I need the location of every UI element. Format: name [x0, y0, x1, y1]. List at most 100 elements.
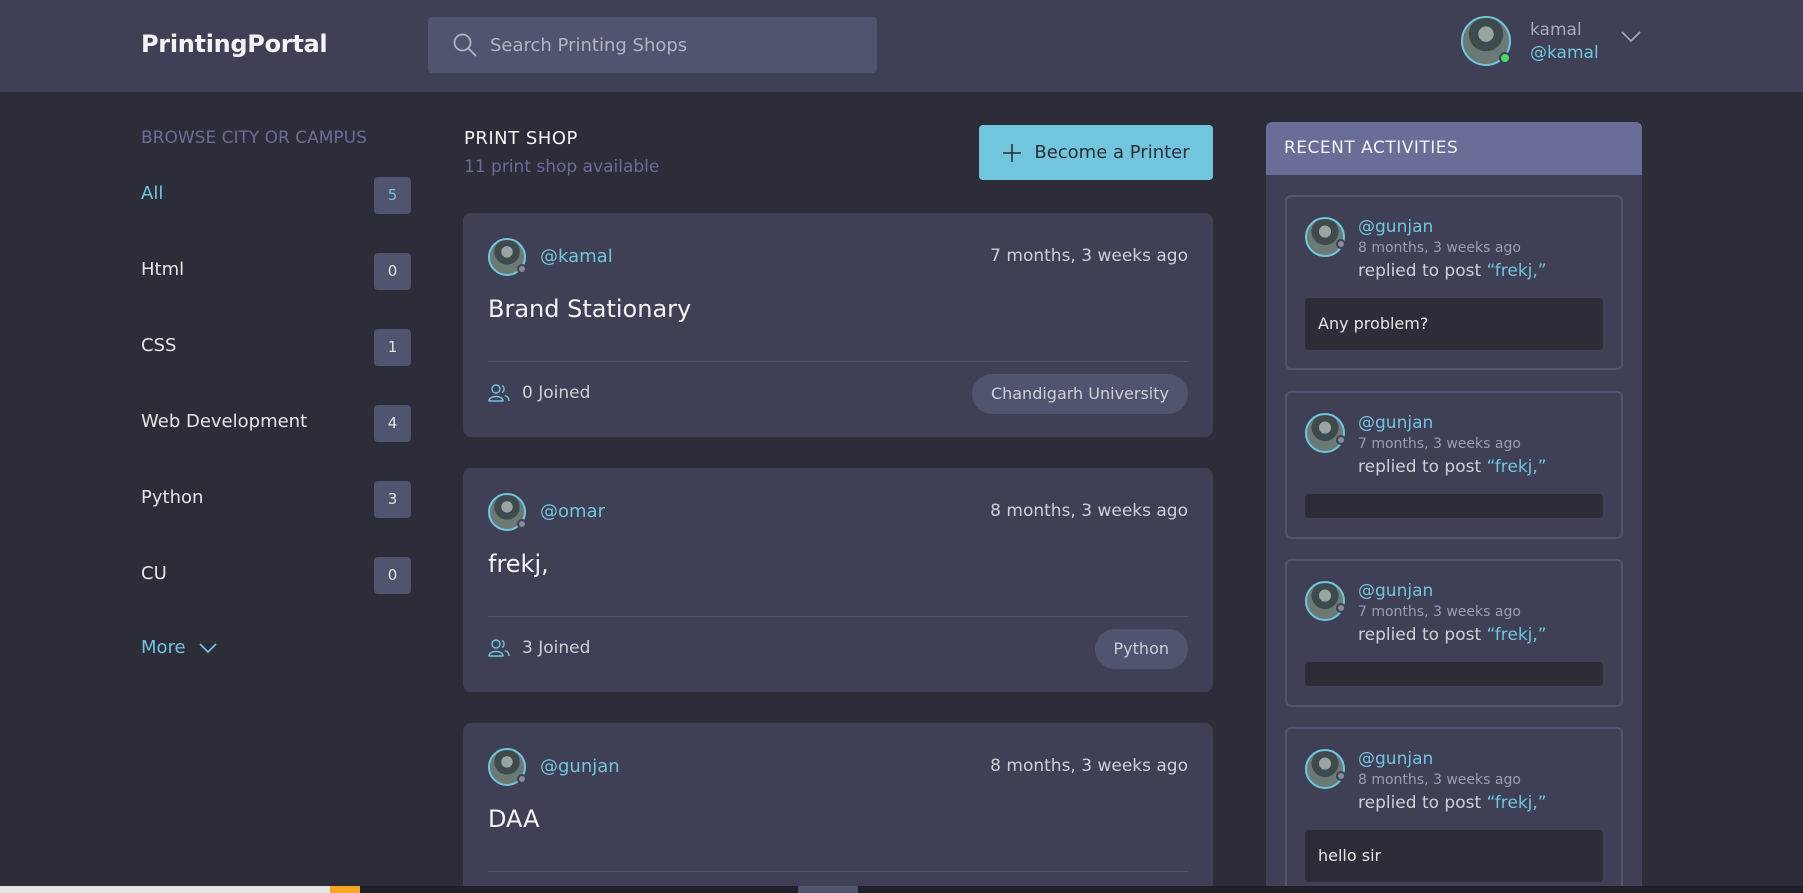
activity-message: Any problem? [1305, 298, 1603, 350]
online-status-dot [1499, 52, 1511, 64]
topic-count: 0 [374, 557, 411, 594]
card-handle[interactable]: @kamal [540, 246, 613, 267]
divider [488, 616, 1188, 617]
topic-count: 3 [374, 481, 411, 518]
activity-message [1305, 662, 1603, 686]
recent-activities-panel: RECENT ACTIVITIES @gunjan 8 months, 3 we… [1266, 122, 1642, 893]
activity-handle[interactable]: @gunjan [1358, 749, 1433, 769]
topic-name: Python [141, 487, 204, 508]
avatar[interactable] [488, 493, 527, 531]
activity-handle[interactable]: @gunjan [1358, 581, 1433, 601]
topic-item-python[interactable]: Python 3 [141, 481, 411, 521]
card-title[interactable]: frekj, [488, 550, 549, 578]
topic-name: CU [141, 563, 167, 584]
activity-handle[interactable]: @gunjan [1358, 217, 1433, 237]
recent-activities-title: RECENT ACTIVITIES [1266, 122, 1642, 175]
user-handle[interactable]: @kamal [1530, 43, 1599, 63]
post-link[interactable]: “frekj,” [1487, 625, 1547, 645]
user-avatar[interactable] [1461, 16, 1511, 66]
avatar[interactable] [1305, 749, 1346, 789]
status-dot [1336, 771, 1346, 781]
topic-count: 4 [374, 405, 411, 442]
more-topics-button[interactable]: More [141, 637, 218, 658]
search-icon [453, 33, 477, 57]
print-shop-card[interactable]: @kamal 7 months, 3 weeks ago Brand Stati… [463, 213, 1213, 437]
search-bar[interactable] [428, 17, 877, 73]
avatar[interactable] [1305, 413, 1346, 453]
topic-count: 0 [374, 253, 411, 290]
card-handle[interactable]: @gunjan [540, 756, 620, 777]
card-title[interactable]: Brand Stationary [488, 295, 691, 323]
activity-time: 8 months, 3 weeks ago [1358, 772, 1521, 788]
bottom-taskbar-strip [0, 886, 1803, 893]
topic-item-css[interactable]: CSS 1 [141, 329, 411, 369]
post-link[interactable]: “frekj,” [1487, 261, 1547, 281]
status-dot [1336, 435, 1346, 445]
topic-tag[interactable]: Chandigarh University [971, 374, 1188, 414]
topic-item-all[interactable]: All 5 [141, 177, 411, 217]
page-subtitle: 11 print shop available [464, 157, 660, 177]
topic-name: CSS [141, 335, 177, 356]
plus-icon [1003, 143, 1022, 162]
topic-name: All [141, 183, 164, 204]
divider [488, 871, 1188, 872]
activity-time: 7 months, 3 weeks ago [1358, 436, 1521, 452]
status-dot [517, 264, 527, 274]
search-input[interactable] [490, 34, 850, 56]
topic-item-cu[interactable]: CU 0 [141, 557, 411, 597]
status-dot [517, 774, 527, 784]
topic-tag[interactable]: Python [1094, 629, 1188, 669]
card-time: 8 months, 3 weeks ago [990, 501, 1188, 521]
divider [488, 361, 1188, 362]
topic-name: Html [141, 259, 185, 280]
activity-description: replied to post “frekj,” [1358, 457, 1547, 477]
topic-item-web-development[interactable]: Web Development 4 [141, 405, 411, 445]
post-link[interactable]: “frekj,” [1487, 793, 1547, 813]
activity-item[interactable]: @gunjan 7 months, 3 weeks ago replied to… [1285, 391, 1623, 539]
status-dot [1336, 239, 1346, 249]
users-icon [488, 384, 510, 402]
topic-count: 1 [374, 329, 411, 366]
activity-handle[interactable]: @gunjan [1358, 413, 1433, 433]
card-time: 8 months, 3 weeks ago [990, 756, 1188, 776]
topic-count: 5 [374, 177, 411, 214]
post-link[interactable]: “frekj,” [1487, 457, 1547, 477]
joined-label: 3 Joined [522, 638, 591, 658]
replied-prefix: replied to post [1358, 793, 1487, 813]
print-shop-card[interactable]: @gunjan 8 months, 3 weeks ago DAA [463, 723, 1213, 893]
avatar[interactable] [1305, 217, 1346, 257]
print-shop-card[interactable]: @omar 8 months, 3 weeks ago frekj, 3 Joi… [463, 468, 1213, 692]
taskbar-segment [0, 886, 330, 893]
activity-description: replied to post “frekj,” [1358, 261, 1547, 281]
avatar[interactable] [1305, 581, 1346, 621]
top-navbar: PrintingPortal kamal @kamal [0, 0, 1803, 92]
users-icon [488, 639, 510, 657]
topic-item-html[interactable]: Html 0 [141, 253, 411, 293]
replied-prefix: replied to post [1358, 261, 1487, 281]
taskbar-segment [330, 886, 360, 893]
avatar[interactable] [488, 748, 527, 786]
become-printer-button[interactable]: Become a Printer [979, 125, 1213, 180]
avatar[interactable] [488, 238, 527, 276]
activity-item[interactable]: @gunjan 7 months, 3 weeks ago replied to… [1285, 559, 1623, 707]
card-handle[interactable]: @omar [540, 501, 605, 522]
card-title[interactable]: DAA [488, 805, 540, 833]
activity-time: 7 months, 3 weeks ago [1358, 604, 1521, 620]
page-title: PRINT SHOP [464, 128, 578, 149]
activity-description: replied to post “frekj,” [1358, 625, 1547, 645]
user-name[interactable]: kamal [1530, 20, 1582, 40]
become-printer-label: Become a Printer [1034, 142, 1190, 163]
activity-time: 8 months, 3 weeks ago [1358, 240, 1521, 256]
joined-count: 3 Joined [488, 638, 590, 658]
more-label: More [141, 637, 186, 658]
chevron-down-icon[interactable] [1620, 30, 1642, 44]
logo[interactable]: PrintingPortal [141, 30, 328, 58]
activity-message [1305, 494, 1603, 518]
activity-item[interactable]: @gunjan 8 months, 3 weeks ago replied to… [1285, 195, 1623, 370]
activity-item[interactable]: @gunjan 8 months, 3 weeks ago replied to… [1285, 727, 1623, 893]
joined-count: 0 Joined [488, 383, 590, 403]
activity-message: hello sir [1305, 830, 1603, 882]
activity-description: replied to post “frekj,” [1358, 793, 1547, 813]
browse-title: BROWSE CITY OR CAMPUS [141, 128, 367, 148]
joined-label: 0 Joined [522, 383, 591, 403]
